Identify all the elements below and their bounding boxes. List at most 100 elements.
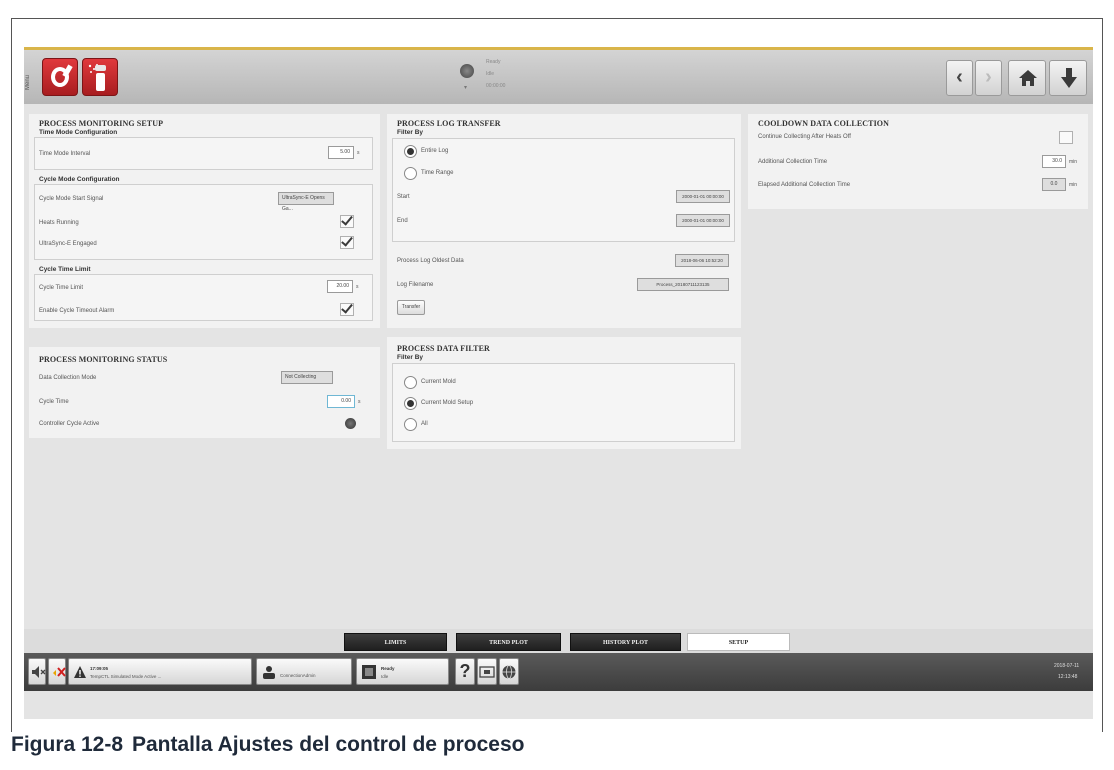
cycle-limit-group: Cycle Time Limit 20.00 s Enable Cycle Ti… xyxy=(34,274,373,321)
tab-trend-plot[interactable]: TREND PLOT xyxy=(456,633,561,651)
transfer-button[interactable]: Transfer xyxy=(397,300,425,315)
cycle-time-label: Cycle Time xyxy=(39,399,69,405)
current-mold-radio[interactable] xyxy=(404,376,417,389)
cooldown-title: COOLDOWN DATA COLLECTION xyxy=(758,119,890,128)
user-name: ConnectionAdmin xyxy=(280,673,316,678)
status-line-2: Idle xyxy=(486,71,495,77)
heats-running-label: Heats Running xyxy=(39,220,79,226)
log-transfer-panel: PROCESS LOG TRANSFER Filter By Entire Lo… xyxy=(387,114,741,328)
current-mold-setup-radio[interactable] xyxy=(404,397,417,410)
download-button[interactable] xyxy=(1049,60,1087,96)
elapsed-time-value: 0.0 xyxy=(1042,178,1066,191)
tab-bar: LIMITS TREND PLOT HISTORY PLOT SETUP xyxy=(24,629,1093,653)
oldest-data-label: Process Log Oldest Data xyxy=(397,258,464,264)
status-line-3: 00:00:00 xyxy=(486,83,506,89)
cycle-timeout-checkbox[interactable] xyxy=(340,301,354,316)
speaker-mute-icon xyxy=(32,666,46,678)
all-radio[interactable] xyxy=(404,418,417,431)
data-filter-panel: PROCESS DATA FILTER Filter By Current Mo… xyxy=(387,337,741,449)
data-filter-title: PROCESS DATA FILTER xyxy=(397,344,490,353)
log-filename-label: Log Filename xyxy=(397,282,434,288)
time-mode-group: Time Mode Interval 5.00 s xyxy=(34,137,373,170)
check-icon xyxy=(341,234,353,247)
status-indicator-icon xyxy=(460,64,474,78)
tab-limits[interactable]: LIMITS xyxy=(344,633,447,651)
cycle-mode-group-title: Cycle Mode Configuration xyxy=(39,176,120,183)
log-filter-title: Filter By xyxy=(397,129,424,136)
cycle-limit-field[interactable]: 20.00 xyxy=(327,280,353,293)
screen-capture-button[interactable] xyxy=(477,658,497,685)
continue-collecting-checkbox[interactable] xyxy=(1059,131,1073,144)
time-range-radio[interactable] xyxy=(404,167,417,180)
help-button[interactable]: ? xyxy=(455,658,475,685)
current-mold-setup-label: Current Mold Setup xyxy=(421,400,474,406)
mold-status-button[interactable]: Ready Idle xyxy=(356,658,449,685)
tab-history-plot[interactable]: HISTORY PLOT xyxy=(570,633,681,651)
cycle-limit-label: Cycle Time Limit xyxy=(39,285,84,291)
module-logo-button[interactable] xyxy=(82,58,118,96)
entire-log-radio[interactable] xyxy=(404,145,417,158)
alarm-text: TempCTL Simulated Mode Active ... xyxy=(90,674,162,679)
alarm-reset-icon xyxy=(53,667,66,677)
elapsed-time-label: Elapsed Additional Collection Time xyxy=(758,182,851,188)
mold-status-sub: Idle xyxy=(381,674,389,679)
time-mode-group-title: Time Mode Configuration xyxy=(39,129,118,136)
monitor-needle-icon xyxy=(62,64,73,78)
status-bar: 17:09:05 TempCTL Simulated Mode Active .… xyxy=(24,653,1093,691)
language-button[interactable] xyxy=(499,658,519,685)
collection-mode-label: Data Collection Mode xyxy=(39,375,97,381)
process-monitoring-logo-button[interactable] xyxy=(42,58,78,96)
menu-side-tab[interactable]: Menú xyxy=(25,62,35,102)
start-signal-label: Cycle Mode Start Signal xyxy=(39,196,104,202)
status-sub: ▾ xyxy=(464,85,468,91)
figure-caption: Figura 12-8 Pantalla Ajustes del control … xyxy=(11,733,525,757)
top-bar: Menú ▾ Ready Idle 00:00:00 ‹ › xyxy=(24,47,1093,104)
back-button[interactable]: ‹ xyxy=(946,60,973,96)
forward-button[interactable]: › xyxy=(975,60,1002,96)
check-icon xyxy=(341,301,353,314)
mute-button[interactable] xyxy=(28,658,46,685)
warning-icon xyxy=(74,666,86,678)
start-signal-dropdown[interactable]: UltraSync-E Opens Ga... xyxy=(278,192,334,212)
home-button[interactable] xyxy=(1008,60,1046,96)
cycle-time-unit: s xyxy=(358,399,361,405)
bottle-cap-icon xyxy=(95,65,106,71)
alarm-message-button[interactable]: 17:09:05 TempCTL Simulated Mode Active .… xyxy=(68,658,252,685)
log-filter-group: Entire Log Time Range Start 2000-01-01 0… xyxy=(392,138,735,242)
log-transfer-title: PROCESS LOG TRANSFER xyxy=(397,119,501,128)
figure-number: Figura 12-8 xyxy=(11,733,124,756)
cycle-limit-group-title: Cycle Time Limit xyxy=(39,266,91,273)
ultrasync-checkbox[interactable] xyxy=(340,234,354,249)
cycle-limit-unit: s xyxy=(356,284,359,290)
additional-time-label: Additional Collection Time xyxy=(758,159,828,165)
heats-running-checkbox[interactable] xyxy=(340,213,354,228)
cycle-mode-group: Cycle Mode Start Signal UltraSync-E Open… xyxy=(34,184,373,260)
time-interval-label: Time Mode Interval xyxy=(39,151,91,157)
current-mold-label: Current Mold xyxy=(421,379,456,385)
alarm-reset-button[interactable] xyxy=(48,658,66,685)
data-filter-group: Current Mold Current Mold Setup All xyxy=(392,363,735,442)
figure-caption-text: Pantalla Ajustes del control de proceso xyxy=(132,733,525,756)
screen-capture-icon xyxy=(479,666,495,678)
status-line-1: Ready xyxy=(486,59,501,65)
oldest-data-value: 2018-06-06 10:52:20 xyxy=(675,254,729,267)
check-icon xyxy=(341,213,353,226)
user-icon xyxy=(263,666,275,679)
tab-setup[interactable]: SETUP xyxy=(687,633,790,651)
user-button[interactable]: ConnectionAdmin xyxy=(256,658,352,685)
time-interval-field[interactable]: 5.00 xyxy=(328,146,354,159)
mold-icon xyxy=(362,665,376,679)
bottle-icon xyxy=(96,73,105,91)
start-label: Start xyxy=(397,194,410,200)
cycle-timeout-label: Enable Cycle Timeout Alarm xyxy=(39,308,115,314)
globe-icon xyxy=(502,665,516,679)
additional-time-field[interactable]: 30.0 xyxy=(1042,155,1066,168)
start-field[interactable]: 2000-01-01 00:00:00 xyxy=(676,190,730,203)
home-icon xyxy=(1019,70,1037,86)
additional-time-unit: min xyxy=(1069,159,1078,165)
controller-active-label: Controller Cycle Active xyxy=(39,421,100,427)
log-filename-field[interactable]: Process_20180711123135 xyxy=(637,278,729,291)
end-field[interactable]: 2000-01-01 00:00:00 xyxy=(676,214,730,227)
continue-collecting-label: Continue Collecting After Heats Off xyxy=(758,134,851,140)
status-date: 2018-07-11 xyxy=(1054,663,1080,669)
